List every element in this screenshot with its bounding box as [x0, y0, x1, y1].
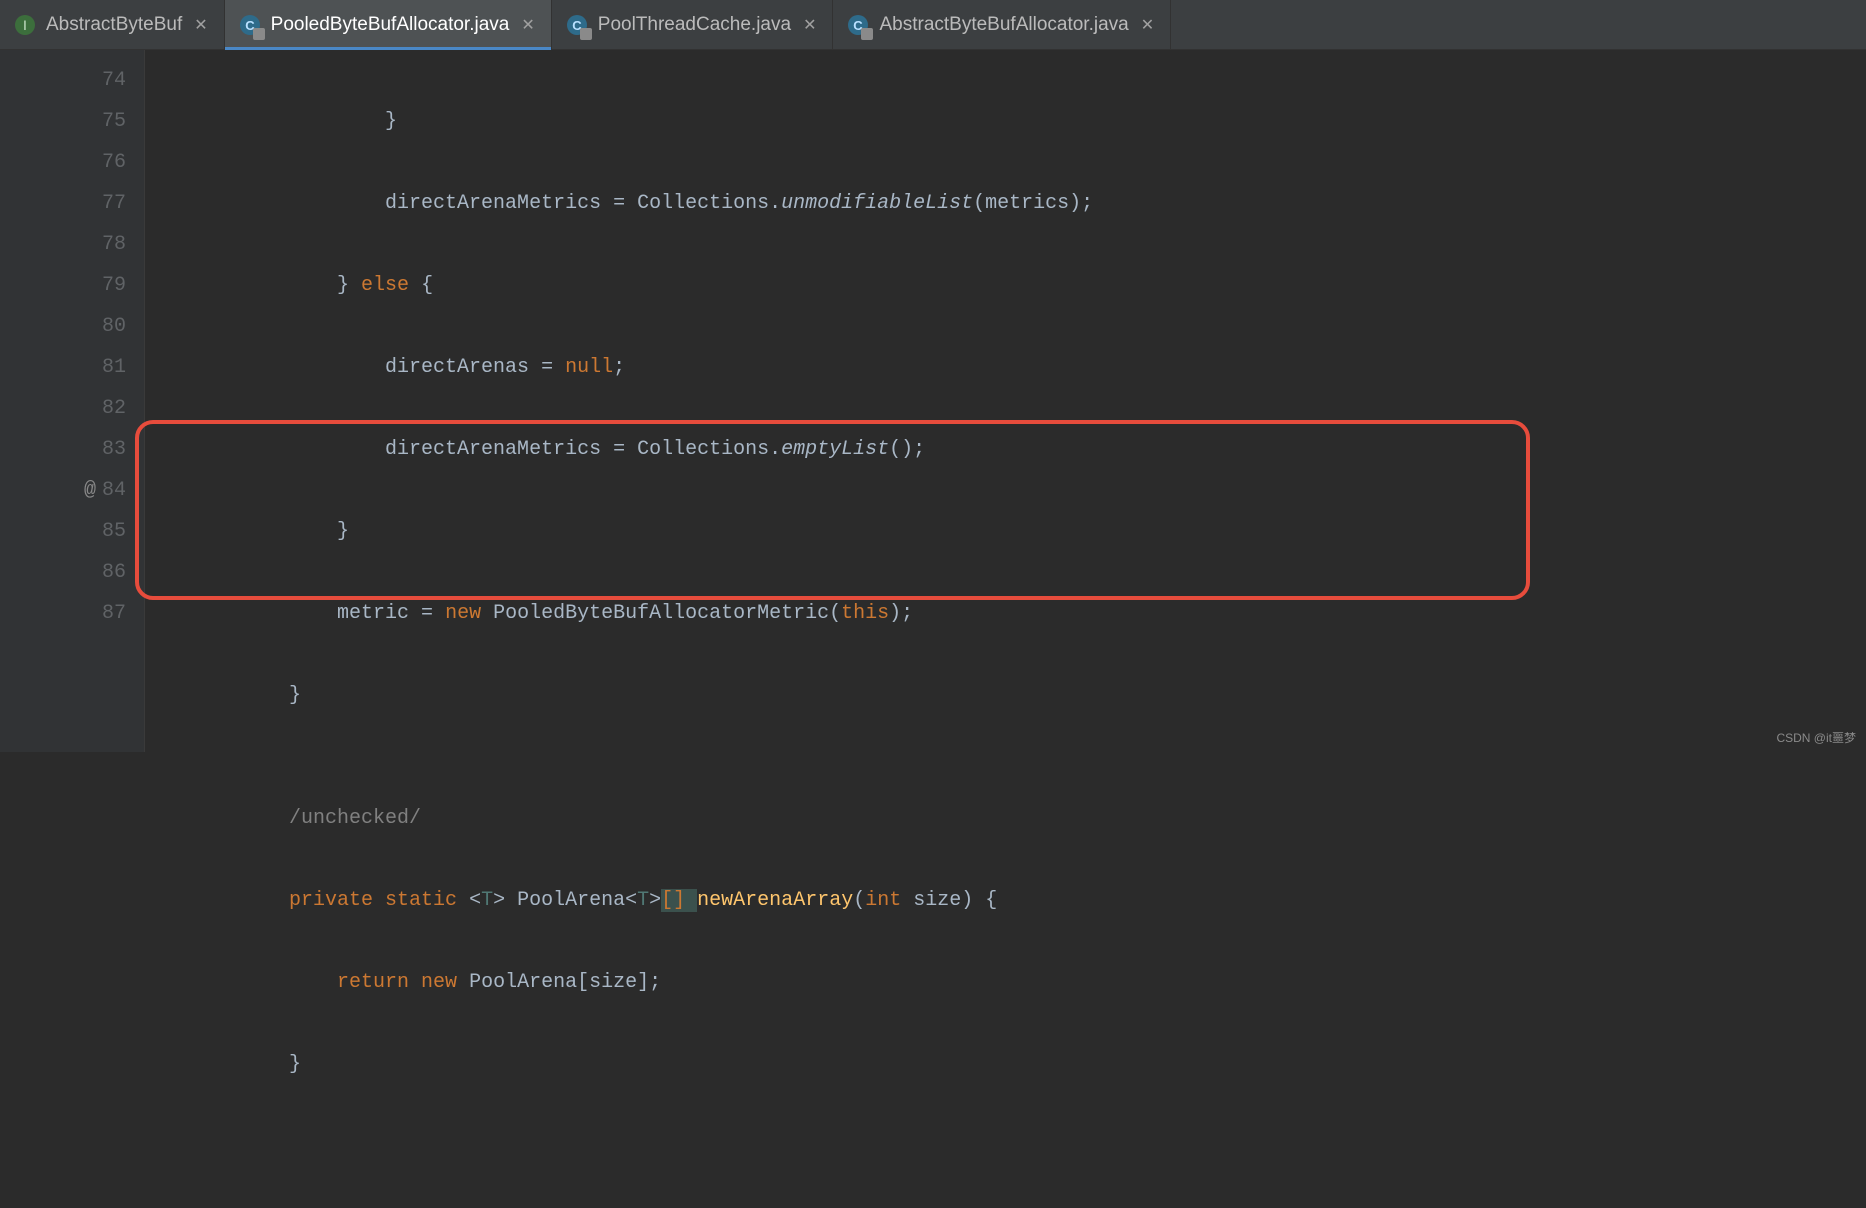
close-icon[interactable]: ✕: [192, 15, 209, 35]
watermark: CSDN @it噩梦: [1776, 729, 1856, 746]
line-number: 74: [0, 60, 126, 101]
code-line: /unchecked/: [145, 798, 1866, 839]
line-number: 76: [0, 142, 126, 183]
tab-pool-thread-cache[interactable]: C PoolThreadCache.java ✕: [552, 0, 834, 49]
code-line: return new PoolArena[size];: [145, 962, 1866, 1003]
line-number: 85: [0, 511, 126, 552]
tab-bar: I AbstractByteBuf ✕ C PooledByteBufAlloc…: [0, 0, 1866, 50]
tab-label: PoolThreadCache.java: [598, 14, 791, 36]
line-number: 79: [0, 265, 126, 306]
code-line: }: [145, 511, 1866, 552]
line-number: 78: [0, 224, 126, 265]
code-line: }: [145, 101, 1866, 142]
code-line: directArenaMetrics = Collections.emptyLi…: [145, 429, 1866, 470]
line-number: 75: [0, 101, 126, 142]
lock-icon: [253, 28, 265, 40]
code-area[interactable]: } directArenaMetrics = Collections.unmod…: [145, 50, 1866, 752]
svg-text:I: I: [23, 17, 27, 33]
line-number: @84: [0, 470, 126, 511]
code-line: private static <T> PoolArena<T>[] newAre…: [145, 880, 1866, 921]
code-line: }: [145, 675, 1866, 716]
line-number: 81: [0, 347, 126, 388]
tab-label: AbstractByteBuf: [46, 14, 182, 36]
tab-abstract-bytebuf[interactable]: I AbstractByteBuf ✕: [0, 0, 225, 49]
tab-abstract-allocator[interactable]: C AbstractByteBufAllocator.java ✕: [833, 0, 1171, 49]
close-icon[interactable]: ✕: [1139, 15, 1156, 35]
class-icon: C: [566, 14, 588, 36]
code-line: directArenaMetrics = Collections.unmodif…: [145, 183, 1866, 224]
lock-icon: [861, 28, 873, 40]
line-number: 87: [0, 593, 126, 634]
line-number: 83: [0, 429, 126, 470]
gutter-annotation-icon: @: [84, 470, 96, 511]
line-number: 80: [0, 306, 126, 347]
lock-icon: [580, 28, 592, 40]
tab-label: PooledByteBufAllocator.java: [271, 14, 510, 36]
line-number: 77: [0, 183, 126, 224]
tab-pooled-allocator[interactable]: C PooledByteBufAllocator.java ✕: [225, 0, 552, 49]
tab-label: AbstractByteBufAllocator.java: [879, 14, 1128, 36]
interface-icon: I: [14, 14, 36, 36]
code-line: }: [145, 1044, 1866, 1085]
editor: 74 75 76 77 78 79 80 81 82 83 @84 85 86 …: [0, 50, 1866, 752]
close-icon[interactable]: ✕: [519, 15, 536, 35]
gutter: 74 75 76 77 78 79 80 81 82 83 @84 85 86 …: [0, 50, 145, 752]
line-number: 82: [0, 388, 126, 429]
class-icon: C: [847, 14, 869, 36]
close-icon[interactable]: ✕: [801, 15, 818, 35]
code-line: } else {: [145, 265, 1866, 306]
class-icon: C: [239, 14, 261, 36]
code-line: directArenas = null;: [145, 347, 1866, 388]
line-number: 86: [0, 552, 126, 593]
code-line: metric = new PooledByteBufAllocatorMetri…: [145, 593, 1866, 634]
